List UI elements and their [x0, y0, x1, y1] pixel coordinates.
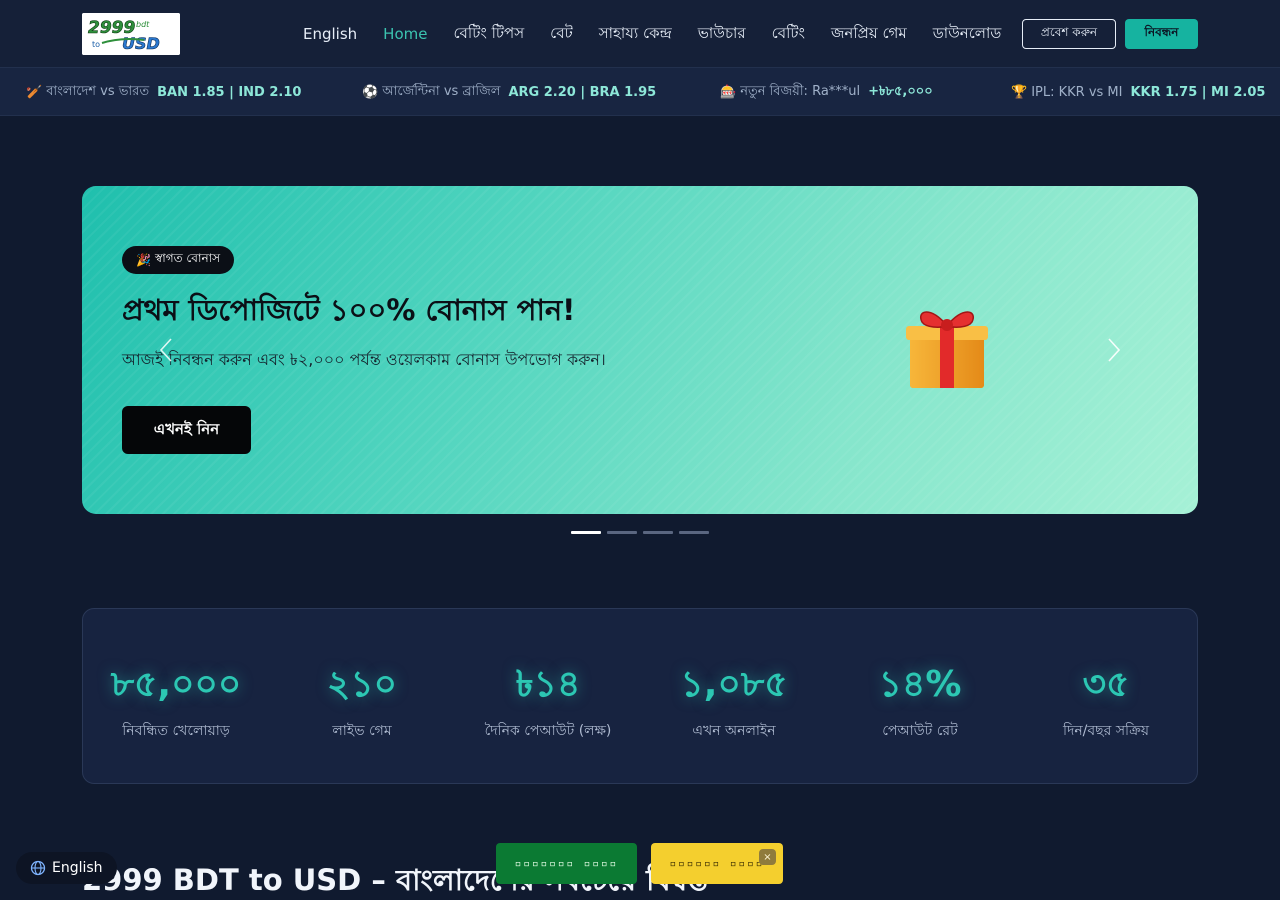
svg-text:USD: USD	[122, 34, 160, 53]
stat-value: ৮৫,০০০	[110, 664, 242, 705]
stat-label: এখন অনলাইন	[692, 723, 776, 739]
ticker-label: নতুন বিজয়ী: Ra***ul	[740, 83, 861, 99]
slot-icon: 🎰	[720, 84, 737, 100]
stats-panel: ৮৫,০০০ নিবন্ধিত খেলোয়াড় ২১০ লাইভ গেম ৳…	[82, 608, 1198, 784]
hero-banner: 🎉 স্বাগত বোনাস প্রথম ডিপোজিটে ১০০% বোনাস…	[82, 186, 1198, 514]
nav-betting[interactable]: বেটিং	[772, 22, 805, 47]
stat-online-now: ১,০৮৫ এখন অনলাইন	[641, 609, 827, 785]
nav-help-center[interactable]: সাহায্য কেন্দ্র	[599, 22, 672, 47]
odds-ticker: 🏏 বাংলাদেশ vs ভারত BAN 1.85 | IND 2.10 ⚽…	[0, 68, 1280, 116]
stat-registered-players: ৮৫,০০০ নিবন্ধিত খেলোয়াড়	[83, 609, 269, 785]
stat-value: ১,০৮৫	[680, 664, 788, 705]
chevron-left-icon	[159, 338, 172, 362]
ticker-item[interactable]: 🏆 IPL: KKR vs MI KKR 1.75 | MI 2.05	[1011, 68, 1265, 116]
globe-icon	[30, 860, 46, 876]
nav-popular-games[interactable]: জনপ্রিয় গেম	[831, 22, 907, 47]
nav-betting-tips[interactable]: বেটিং টিপস	[453, 22, 524, 47]
carousel-dot-3[interactable]	[643, 531, 673, 534]
ticker-item[interactable]: 🏏 বাংলাদেশ vs ভারত BAN 1.85 | IND 2.10	[26, 68, 301, 116]
ticker-label: IPL: KKR vs MI	[1031, 84, 1123, 100]
football-icon: ⚽	[362, 84, 379, 100]
nav-english[interactable]: English	[303, 25, 357, 43]
gift-icon	[902, 298, 994, 394]
stat-payout-rate: ১৪% পেআউট রেট	[827, 609, 1013, 785]
ticker-odds: KKR 1.75 | MI 2.05	[1130, 84, 1266, 100]
stat-label: দিন/বছর সক্রিয়	[1062, 723, 1150, 739]
stat-active-days: ৩৫ দিন/বছর সক্রিয়	[1013, 609, 1199, 785]
carousel-dot-1[interactable]	[571, 531, 601, 534]
hero-badge: 🎉 স্বাগত বোনাস	[122, 246, 235, 274]
chevron-right-icon	[1108, 338, 1121, 362]
cricket-icon: 🏏	[26, 84, 43, 100]
stat-value: ১৪%	[878, 664, 962, 705]
ticker-odds: ARG 2.20 | BRA 1.95	[508, 84, 657, 100]
stat-label: দৈনিক পেআউট (লক্ষ)	[484, 723, 612, 739]
ticker-label: বাংলাদেশ vs ভারত	[46, 83, 150, 99]
carousel-dot-4[interactable]	[679, 531, 709, 534]
stat-value: ২১০	[326, 664, 398, 705]
language-label: English	[52, 860, 103, 876]
ticker-odds: BAN 1.85 | IND 2.10	[157, 84, 302, 100]
nav-bet[interactable]: বেট	[550, 22, 573, 47]
svg-text:to: to	[92, 40, 100, 49]
carousel-prev-button[interactable]	[156, 334, 176, 366]
carousel-dots	[571, 531, 709, 534]
nav-home[interactable]: Home	[383, 25, 427, 43]
carousel-next-button[interactable]	[1104, 334, 1124, 366]
ticker-odds: +৳৮৫,০০০	[868, 83, 933, 99]
login-button[interactable]: প্রবেশ করুন	[1022, 19, 1116, 49]
hero-title: প্রথম ডিপোজিটে ১০০% বোনাস পান!	[122, 293, 576, 327]
nav-download[interactable]: ডাউনলোড	[933, 22, 1002, 47]
stat-value: ৩৫	[1082, 664, 1130, 705]
hero-badge-label: স্বাগত বোনাস	[154, 251, 221, 265]
stat-live-games: ২১০ লাইভ গেম	[269, 609, 455, 785]
claim-now-button[interactable]: এখনই নিন	[122, 406, 251, 454]
hero-subtitle: আজই নিবন্ধন করুন এবং ৳২,০০০ পর্যন্ত ওয়ে…	[122, 350, 606, 369]
svg-text:bdt: bdt	[136, 20, 150, 29]
stat-label: নিবন্ধিত খেলোয়াড়	[122, 723, 230, 739]
logo-graphic: 2999 bdt to USD	[82, 13, 180, 55]
register-button[interactable]: নিবন্ধন	[1125, 19, 1198, 49]
floating-green-button[interactable]: ▫▫▫▫▫▫▫ ▫▫▫▫	[496, 843, 637, 884]
party-icon: 🎉	[136, 253, 151, 267]
language-switcher[interactable]: English	[16, 852, 117, 884]
nav-voucher[interactable]: ভাউচার	[698, 22, 746, 47]
stat-daily-payout: ৳১৪ দৈনিক পেআউট (লক্ষ)	[455, 609, 641, 785]
site-logo[interactable]: 2999 bdt to USD	[82, 13, 180, 55]
carousel-dot-2[interactable]	[607, 531, 637, 534]
ticker-item[interactable]: ⚽ আর্জেন্টিনা vs ব্রাজিল ARG 2.20 | BRA …	[362, 68, 656, 116]
ticker-item[interactable]: 🎰 নতুন বিজয়ী: Ra***ul +৳৮৫,০০০	[720, 68, 933, 116]
ticker-label: আর্জেন্টিনা vs ব্রাজিল	[382, 83, 501, 99]
main-nav: English Home বেটিং টিপস বেট সাহায্য কেন্…	[303, 0, 1001, 68]
close-icon[interactable]: ×	[759, 849, 776, 865]
trophy-icon: 🏆	[1011, 84, 1028, 100]
stat-value: ৳১৪	[515, 664, 581, 705]
stat-label: পেআউট রেট	[882, 723, 958, 739]
site-header: 2999 bdt to USD English Home বেটিং টিপস …	[0, 0, 1280, 68]
stat-label: লাইভ গেম	[332, 723, 392, 739]
